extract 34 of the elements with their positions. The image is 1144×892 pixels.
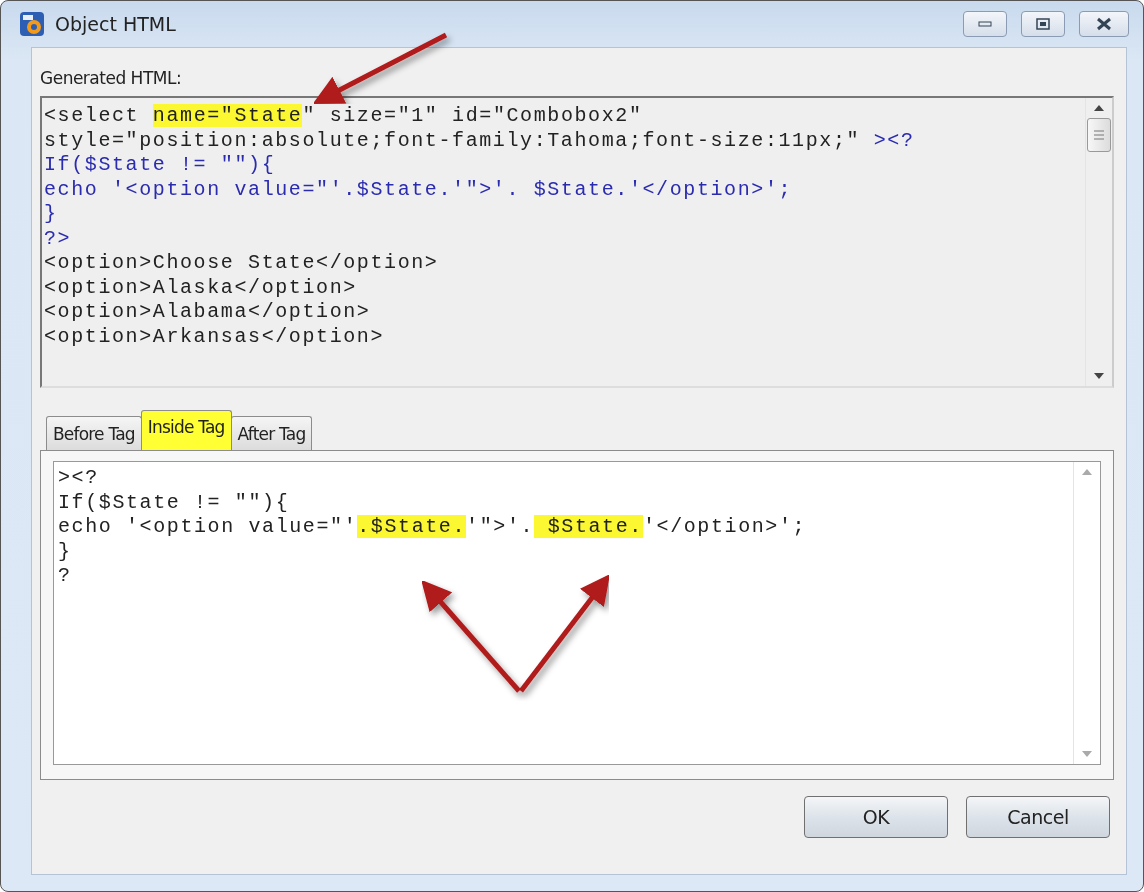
code-line: <option>Arkansas</option> bbox=[44, 324, 386, 349]
tab[interactable]: After Tag bbox=[230, 416, 313, 450]
ok-button[interactable]: OK bbox=[804, 796, 948, 838]
maximize-icon bbox=[1036, 18, 1050, 30]
code-line: } bbox=[44, 202, 59, 227]
generated-html-editor[interactable] bbox=[40, 96, 1114, 388]
close-button[interactable] bbox=[1079, 11, 1129, 37]
generated-html-label: Generated HTML: bbox=[40, 68, 183, 88]
code-line: <option>Alabama</option> bbox=[44, 300, 372, 325]
code-line: } bbox=[58, 539, 73, 564]
code-line: <option>Choose State</option> bbox=[44, 251, 440, 276]
code-line: echo '<option value="'.$State.'">'. $State.'</option>'; bbox=[44, 177, 794, 202]
code-line: If($State != ""){ bbox=[44, 153, 277, 178]
scrollbar[interactable] bbox=[1085, 98, 1112, 386]
code-line: If($State != ""){ bbox=[58, 490, 291, 515]
code-line: style="position:absolute;font-family:Tahoma;font-size:11px;" ><? bbox=[44, 128, 916, 153]
code-line: ><? bbox=[58, 466, 100, 491]
minimize-icon bbox=[978, 21, 992, 27]
app-logo-icon bbox=[19, 11, 45, 37]
window-title: Object HTML bbox=[55, 13, 177, 35]
tab[interactable]: Inside Tag bbox=[140, 410, 232, 450]
code-line: <option>Alaska</option> bbox=[44, 275, 358, 300]
tab[interactable]: Before Tag bbox=[46, 416, 142, 450]
code-line: echo '<option value="'.$State.'">'. $State.'</option>'; bbox=[58, 515, 808, 540]
code-line: <select name="State" size="1" id="Combobox2" bbox=[44, 104, 644, 129]
close-icon bbox=[1096, 17, 1112, 31]
scroll-thumb[interactable] bbox=[1087, 118, 1111, 152]
code-line: ?> bbox=[44, 226, 73, 251]
cancel-button[interactable]: Cancel bbox=[966, 796, 1110, 838]
code-line: ? bbox=[58, 564, 73, 589]
minimize-button[interactable] bbox=[963, 11, 1007, 37]
maximize-button[interactable] bbox=[1021, 11, 1065, 37]
scroll-up-icon[interactable] bbox=[1093, 104, 1105, 112]
scroll-down-icon[interactable] bbox=[1093, 372, 1105, 380]
